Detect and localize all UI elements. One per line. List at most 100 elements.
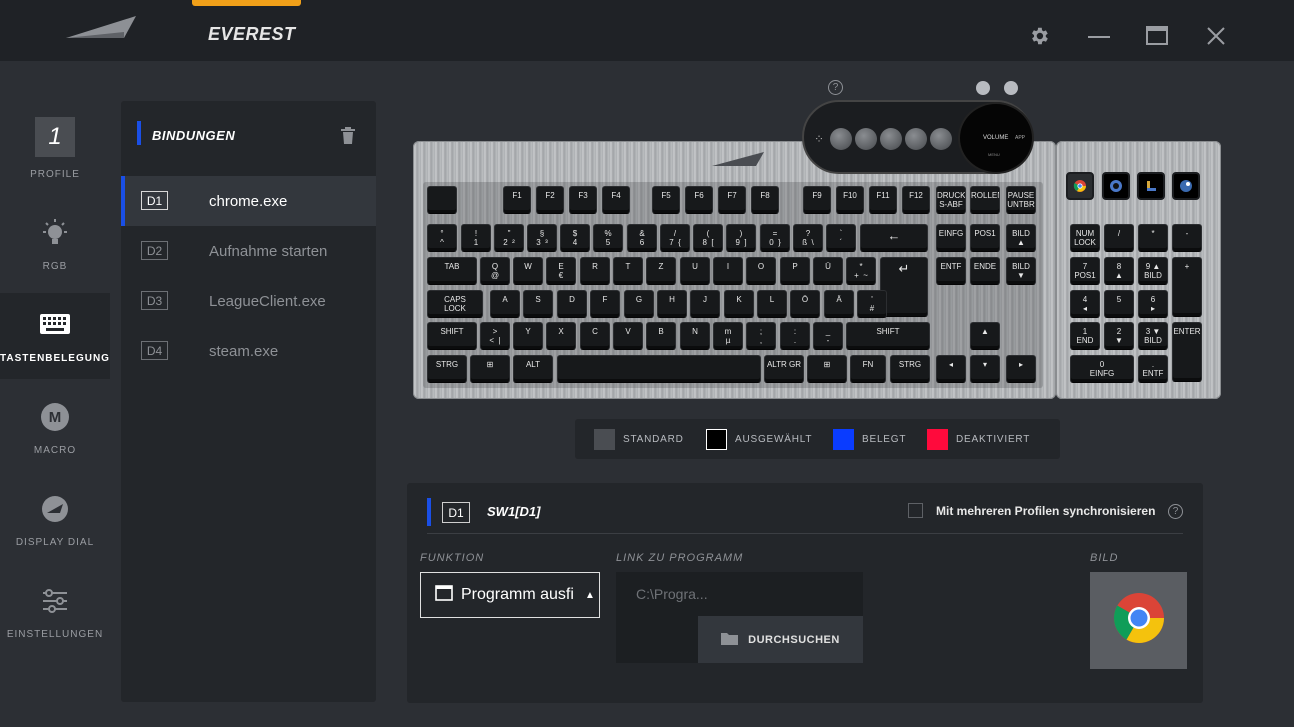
- key-r0-12[interactable]: DRUCK S-ABF: [936, 186, 966, 214]
- key-r4-8[interactable]: m µ: [713, 322, 743, 350]
- key-r4-5[interactable]: V: [613, 322, 643, 350]
- key-r0-7[interactable]: F8: [751, 186, 779, 214]
- nav-item-profile[interactable]: 1 PROFILE: [0, 109, 110, 195]
- dial-button-5[interactable]: [930, 128, 952, 150]
- nav-item-display-dial[interactable]: DISPLAY DIAL: [0, 477, 110, 563]
- key-r0-5[interactable]: F6: [685, 186, 713, 214]
- key-r1-0[interactable]: ° ^: [427, 224, 457, 252]
- redo-icon[interactable]: [1004, 81, 1018, 95]
- key-r5-3[interactable]: [557, 355, 761, 383]
- key-r1-11[interactable]: ? ß \: [793, 224, 823, 252]
- key-num-6[interactable]: 9 ▲ BILD: [1138, 257, 1168, 285]
- browse-button[interactable]: DURCHSUCHEN: [698, 616, 863, 663]
- key-r1-14[interactable]: EINFG: [936, 224, 966, 252]
- key-r5-0[interactable]: STRG: [427, 355, 467, 383]
- key-r2-5[interactable]: T: [613, 257, 643, 285]
- key-num-12[interactable]: 2 ▼: [1104, 322, 1134, 350]
- sync-help-icon[interactable]: ?: [1168, 504, 1183, 519]
- key-r2-10[interactable]: P: [780, 257, 810, 285]
- key-r1-15[interactable]: POS1: [970, 224, 1000, 252]
- key-r2-3[interactable]: E €: [546, 257, 576, 285]
- key-r1-3[interactable]: § 3 ³: [527, 224, 557, 252]
- key-r3-10[interactable]: Ö: [790, 290, 820, 318]
- key-r1-7[interactable]: / 7 {: [660, 224, 690, 252]
- key-r0-13[interactable]: ROLLEN: [970, 186, 1000, 214]
- settings-gear-icon[interactable]: [1027, 24, 1051, 48]
- key-r3-6[interactable]: H: [657, 290, 687, 318]
- key-num-9[interactable]: 5: [1104, 290, 1134, 318]
- key-r4-10[interactable]: : .: [780, 322, 810, 350]
- key-r0-6[interactable]: F7: [718, 186, 746, 214]
- nav-item-macro[interactable]: M MACRO: [0, 385, 110, 471]
- key-r4-9[interactable]: ; ,: [746, 322, 776, 350]
- key-num-8[interactable]: 4 ◂: [1070, 290, 1100, 318]
- minimize-icon[interactable]: [1087, 24, 1111, 48]
- dial-button-4[interactable]: [905, 128, 927, 150]
- key-r2-7[interactable]: U: [680, 257, 710, 285]
- key-r1-12[interactable]: ` ´: [826, 224, 856, 252]
- key-r3-4[interactable]: F: [590, 290, 620, 318]
- key-r0-10[interactable]: F11: [869, 186, 897, 214]
- function-select[interactable]: Programm ausfi ▲: [420, 572, 600, 618]
- key-r0-14[interactable]: PAUSE UNTBR: [1006, 186, 1036, 214]
- key-r0-2[interactable]: F3: [569, 186, 597, 214]
- key-r0-1[interactable]: F2: [536, 186, 564, 214]
- key-num-10[interactable]: 6 ▸: [1138, 290, 1168, 318]
- key-r2-8[interactable]: I: [713, 257, 743, 285]
- key-r4-12[interactable]: SHIFT: [846, 322, 930, 350]
- key-r2-1[interactable]: Q @: [480, 257, 510, 285]
- trash-icon[interactable]: [340, 127, 356, 150]
- key-logo[interactable]: [427, 186, 457, 214]
- key-num-3[interactable]: -: [1172, 224, 1202, 252]
- media-key-steam[interactable]: [1172, 172, 1200, 200]
- key-r5-4[interactable]: ALTR GR: [764, 355, 804, 383]
- nav-item-settings[interactable]: EINSTELLUNGEN: [0, 569, 110, 655]
- key-num-16[interactable]: . ENTF: [1138, 355, 1168, 383]
- key-num-14[interactable]: ENTER: [1172, 322, 1202, 382]
- key-r4-4[interactable]: C: [580, 322, 610, 350]
- key-num-0[interactable]: NUM LOCK: [1070, 224, 1100, 252]
- binding-item-d1[interactable]: D1 chrome.exe: [121, 176, 376, 226]
- key-r5-8[interactable]: ◂: [936, 355, 966, 383]
- key-r4-13[interactable]: ▲: [970, 322, 1000, 350]
- key-r4-11[interactable]: _ -: [813, 322, 843, 350]
- nav-item-keymap[interactable]: TASTENBELEGUNG: [0, 293, 110, 379]
- key-r4-1[interactable]: > < |: [480, 322, 510, 350]
- key-r1-13[interactable]: ←: [860, 224, 928, 252]
- dial-button-1[interactable]: [830, 128, 852, 150]
- key-r1-8[interactable]: ( 8 [: [693, 224, 723, 252]
- key-r4-0[interactable]: SHIFT: [427, 322, 477, 350]
- dial-button-3[interactable]: [880, 128, 902, 150]
- key-r0-9[interactable]: F10: [836, 186, 864, 214]
- key-r1-9[interactable]: ) 9 ]: [726, 224, 756, 252]
- dial-button-2[interactable]: [855, 128, 877, 150]
- binding-item-d2[interactable]: D2 Aufnahme starten: [121, 226, 376, 276]
- key-r4-7[interactable]: N: [680, 322, 710, 350]
- close-icon[interactable]: [1204, 24, 1228, 48]
- key-num-5[interactable]: 8 ▲: [1104, 257, 1134, 285]
- key-r0-4[interactable]: F5: [652, 186, 680, 214]
- key-r1-16[interactable]: BILD ▲: [1006, 224, 1036, 252]
- key-r2-15[interactable]: ENDE: [970, 257, 1000, 285]
- maximize-icon[interactable]: [1145, 24, 1169, 48]
- key-r2-12[interactable]: * + ~: [846, 257, 876, 285]
- dial-screen[interactable]: VOLUME APP MENU: [958, 102, 1034, 174]
- key-r3-11[interactable]: Ä: [824, 290, 854, 318]
- key-r1-1[interactable]: ! 1: [461, 224, 491, 252]
- key-r3-9[interactable]: L: [757, 290, 787, 318]
- key-num-4[interactable]: 7 POS1: [1070, 257, 1100, 285]
- media-key-d3[interactable]: [1137, 172, 1165, 200]
- key-num-11[interactable]: 1 END: [1070, 322, 1100, 350]
- sync-profiles-checkbox[interactable]: [908, 503, 923, 518]
- program-image[interactable]: [1090, 572, 1187, 669]
- key-num-1[interactable]: /: [1104, 224, 1134, 252]
- key-r5-7[interactable]: STRG: [890, 355, 930, 383]
- key-r1-2[interactable]: " 2 ²: [494, 224, 524, 252]
- key-r2-2[interactable]: W: [513, 257, 543, 285]
- key-r0-3[interactable]: F4: [602, 186, 630, 214]
- key-r3-7[interactable]: J: [690, 290, 720, 318]
- key-r5-9[interactable]: ▾: [970, 355, 1000, 383]
- key-r5-5[interactable]: ⊞: [807, 355, 847, 383]
- key-num-7[interactable]: +: [1172, 257, 1202, 317]
- key-r1-5[interactable]: % 5: [593, 224, 623, 252]
